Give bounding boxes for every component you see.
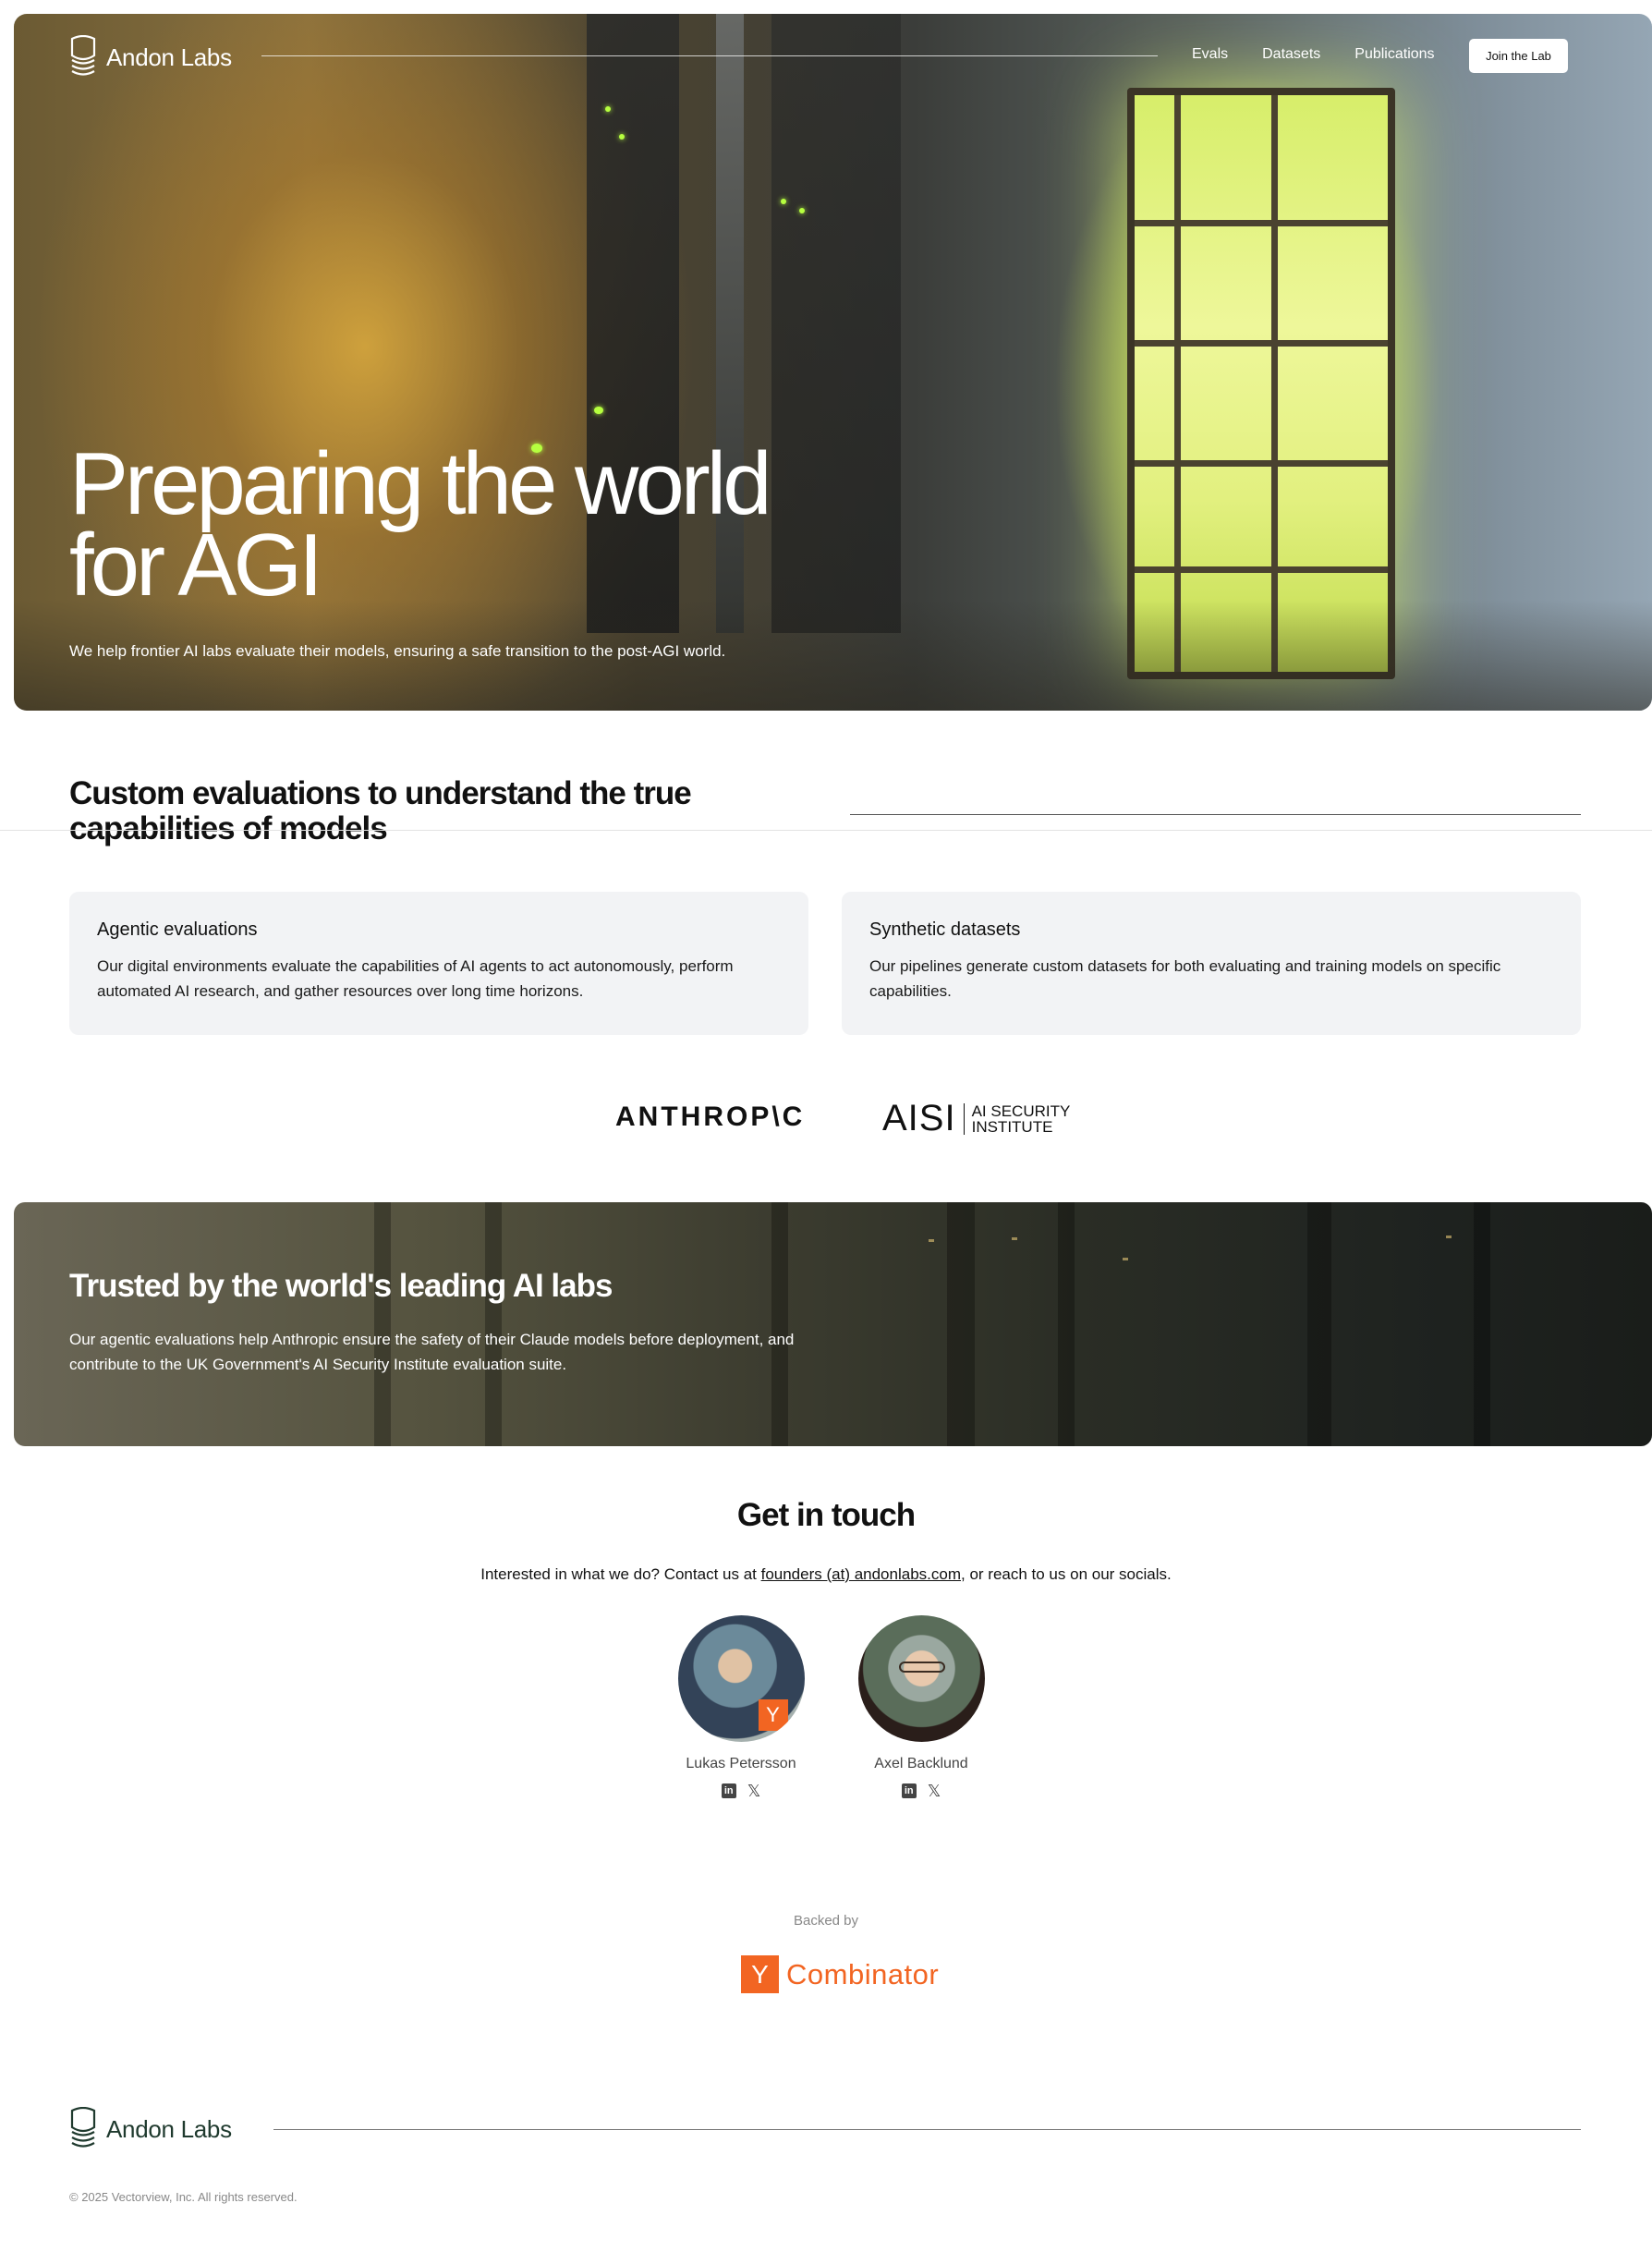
capabilities-divider xyxy=(850,814,1581,815)
section-divider xyxy=(0,830,1652,831)
contact-text: Interested in what we do? Contact us at … xyxy=(0,1565,1652,1584)
aisi-logo-divider xyxy=(963,1102,965,1135)
banner-bg-rack xyxy=(771,1202,788,1446)
person-name: Axel Backlund xyxy=(874,1756,968,1771)
card-description: Our digital environments evaluate the ca… xyxy=(97,957,734,1000)
hero-title: Preparing the world for AGI xyxy=(69,434,771,615)
banner-bg-rack xyxy=(1474,1202,1490,1446)
card-agentic-evaluations: Agentic evaluations Our digital environm… xyxy=(69,892,808,1035)
aisi-logo: AISI AI SECURITY INSTITUTE xyxy=(882,1098,1070,1139)
contact-text-before: Interested in what we do? Contact us at xyxy=(480,1565,761,1583)
backed-by-label: Backed by xyxy=(793,1913,859,1929)
contact-email-link[interactable]: founders (at) andonlabs.com xyxy=(761,1565,961,1583)
banner-bg-rack xyxy=(1058,1202,1075,1446)
nav-link-datasets[interactable]: Datasets xyxy=(1262,46,1320,63)
linkedin-icon[interactable]: in xyxy=(721,1783,736,1798)
main-nav: Evals Datasets Publications xyxy=(1192,46,1435,63)
banner-bg-light xyxy=(1446,1236,1452,1238)
andon-logo-icon xyxy=(70,2107,96,2148)
card-title: Agentic evaluations xyxy=(97,919,258,940)
trusted-heading: Trusted by the world's leading AI labs xyxy=(69,1268,613,1304)
header-brand-name: Andon Labs xyxy=(106,43,232,71)
anthropic-logo: ANTHROP\C xyxy=(615,1102,806,1132)
nav-link-publications[interactable]: Publications xyxy=(1354,46,1434,63)
hero-bg-led xyxy=(594,407,603,414)
copyright-text: © 2025 Vectorview, Inc. All rights reser… xyxy=(69,2190,298,2204)
person-card-axel: Axel Backlund in 𝕏 xyxy=(838,1615,1004,1799)
yc-logo-mark: Y xyxy=(741,1955,779,1993)
trusted-banner xyxy=(14,1202,1652,1446)
footer-divider xyxy=(273,2129,1581,2130)
banner-bg-light xyxy=(1123,1258,1128,1260)
contact-text-after: , or reach to us on our socials. xyxy=(961,1565,1172,1583)
nav-link-evals[interactable]: Evals xyxy=(1192,46,1228,63)
banner-bg-rack xyxy=(485,1202,502,1446)
person-socials: in 𝕏 xyxy=(658,1783,824,1799)
card-synthetic-datasets: Synthetic datasets Our pipelines generat… xyxy=(842,892,1581,1035)
avatar: Y xyxy=(677,1615,805,1742)
avatar xyxy=(857,1615,985,1742)
hero-subtitle: We help frontier AI labs evaluate their … xyxy=(69,642,726,660)
aisi-logo-mark: AISI xyxy=(882,1098,956,1138)
trusted-text: Our agentic evaluations help Anthropic e… xyxy=(69,1331,795,1373)
person-socials: in 𝕏 xyxy=(838,1783,1004,1799)
andon-logo-icon xyxy=(70,35,96,76)
hero-bg-led xyxy=(781,199,786,204)
contact-heading: Get in touch xyxy=(736,1497,916,1533)
partner-logos: ANTHROP\C AISI AI SECURITY INSTITUTE xyxy=(0,1098,1652,1140)
y-combinator-logo[interactable]: Y Combinator xyxy=(741,1955,939,1993)
hero-bg-led xyxy=(619,134,625,140)
banner-bg-rack xyxy=(374,1202,391,1446)
footer-logo[interactable]: Andon Labs xyxy=(69,2107,232,2151)
x-icon[interactable]: 𝕏 xyxy=(928,1783,941,1799)
banner-bg-rack xyxy=(947,1202,975,1446)
footer-brand-name: Andon Labs xyxy=(106,2114,232,2143)
banner-bg-light xyxy=(929,1239,934,1242)
linkedin-icon[interactable]: in xyxy=(901,1783,917,1798)
banner-bg-light xyxy=(1012,1237,1017,1240)
aisi-logo-text: AI SECURITY INSTITUTE xyxy=(972,1103,1071,1135)
x-icon[interactable]: 𝕏 xyxy=(747,1783,761,1799)
hero-bg-lamp xyxy=(1127,88,1395,679)
person-name: Lukas Petersson xyxy=(686,1756,796,1771)
capabilities-heading: Custom evaluations to understand the tru… xyxy=(69,775,692,846)
card-description: Our pipelines generate custom datasets f… xyxy=(869,957,1501,1000)
header-logo[interactable]: Andon Labs xyxy=(69,35,232,79)
hero-bg-led xyxy=(605,106,611,112)
join-the-lab-button[interactable]: Join the Lab xyxy=(1469,39,1568,73)
header-divider xyxy=(261,55,1158,56)
aisi-logo-line2: INSTITUTE xyxy=(971,1117,1053,1136)
hero-bg-led xyxy=(799,208,805,213)
avatar-glasses xyxy=(898,1662,945,1673)
yc-logo-word: Combinator xyxy=(786,1957,940,1990)
card-title: Synthetic datasets xyxy=(869,919,1021,940)
yc-badge: Y xyxy=(758,1699,788,1731)
person-card-lukas: Y Lukas Petersson in 𝕏 xyxy=(658,1615,824,1799)
banner-bg-rack xyxy=(1307,1202,1331,1446)
